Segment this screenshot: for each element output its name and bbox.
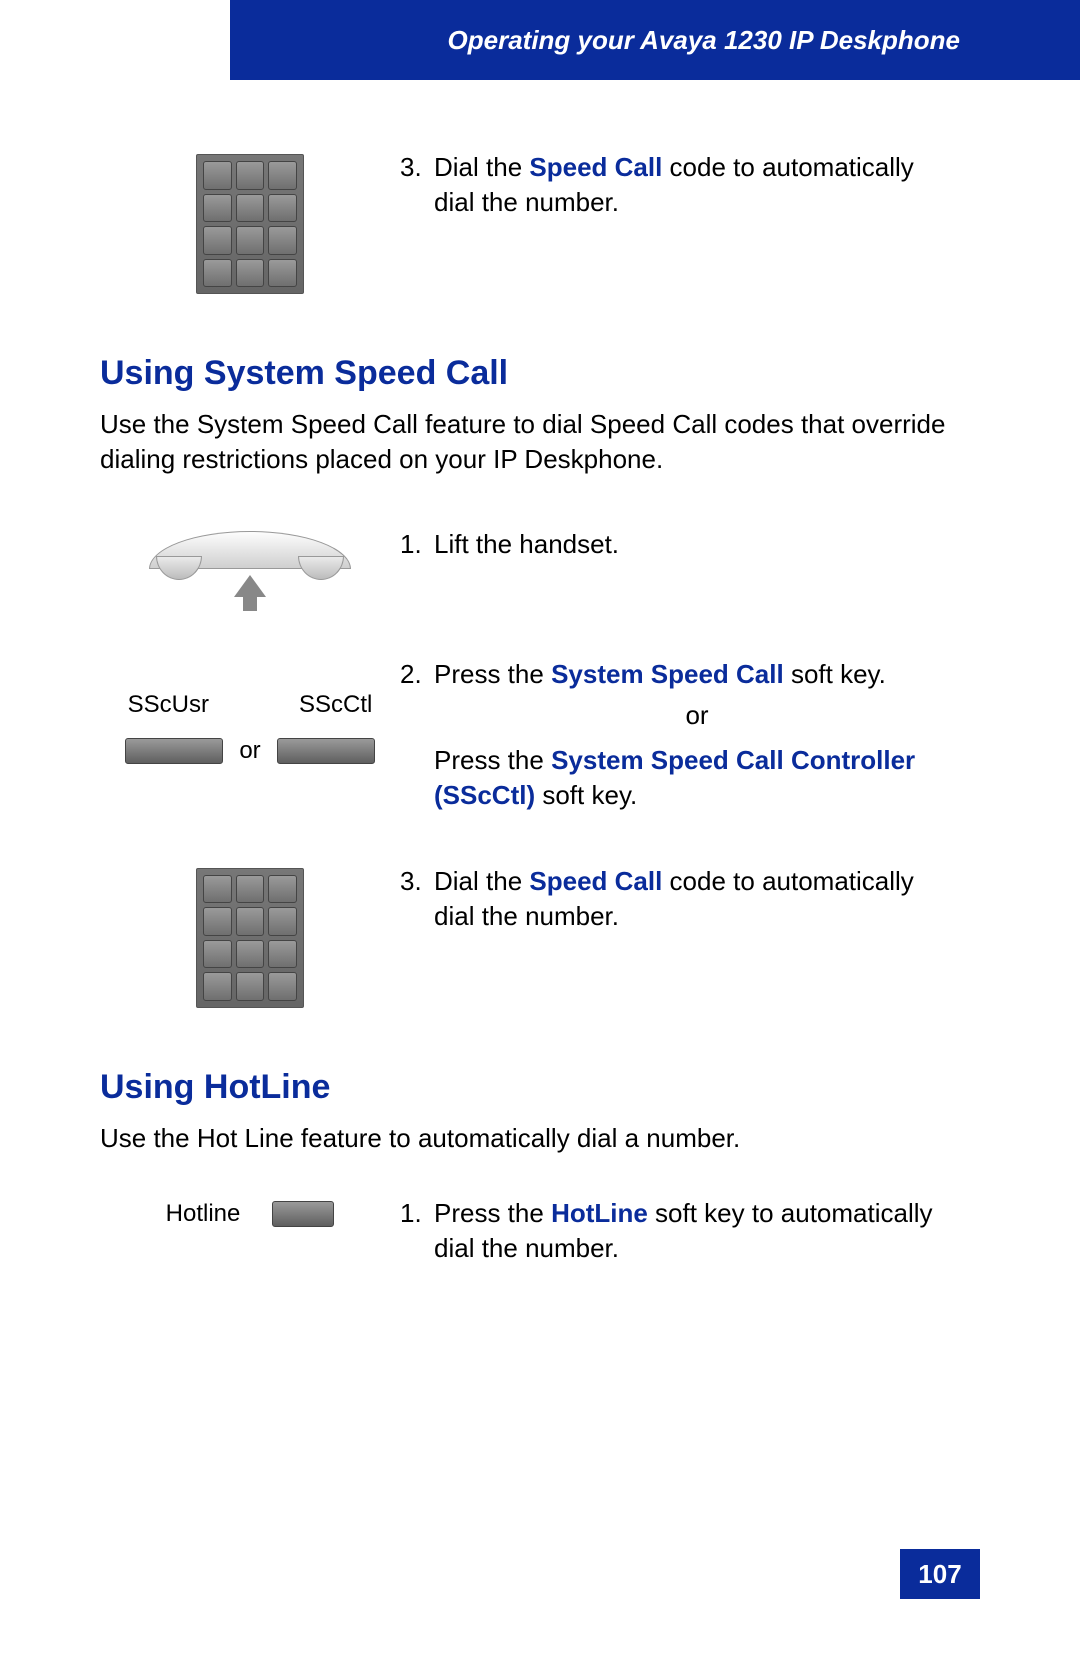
page-number-badge: 107 [900, 1549, 980, 1599]
header-title: Operating your Avaya 1230 IP Deskphone [448, 25, 960, 56]
top-step-3-text: 3. Dial the Speed Call code to automatic… [400, 150, 960, 220]
hotline-step1-text: 1. Press the HotLine soft key to automat… [400, 1196, 960, 1266]
syscall-step2-row: SScUsr SScCtl or 2. Press the System Spe… [100, 657, 960, 813]
lift-arrow-icon [234, 575, 266, 597]
hotline-icon-col: Hotline [100, 1196, 400, 1228]
syscall-step1-text: 1. Lift the handset. [400, 527, 960, 562]
step-text-pre: Dial the [434, 152, 529, 182]
page-number: 107 [918, 1559, 961, 1590]
keypad-icon [196, 868, 304, 1008]
softkey-label-sscusr: SScUsr [128, 691, 209, 719]
step-text: Lift the handset. [434, 529, 619, 559]
handset-icon [149, 531, 351, 597]
hotline-group: Hotline [166, 1200, 335, 1228]
header-bar: Operating your Avaya 1230 IP Deskphone [230, 0, 1080, 80]
step-number: 3. [400, 864, 434, 899]
step-text-pre: Dial the [434, 866, 529, 896]
step-text-pre: Press the [434, 1198, 551, 1228]
step-number: 1. [400, 527, 434, 562]
keypad-icon [196, 154, 304, 294]
softkey-group: SScUsr SScCtl or [125, 691, 374, 765]
top-step-3-row: 3. Dial the Speed Call code to automatic… [100, 150, 960, 294]
speed-call-link: Speed Call [529, 866, 662, 896]
keypad-icon-col-2 [100, 864, 400, 1008]
step-text-post: soft key. [784, 659, 886, 689]
hotline-step1-row: Hotline 1. Press the HotLine soft key to… [100, 1196, 960, 1266]
step-number: 2. [400, 657, 434, 692]
speed-call-link: Speed Call [529, 152, 662, 182]
step2b-post: soft key. [535, 780, 637, 810]
softkey-button-sscusr-icon [125, 738, 223, 764]
softkey-or-label: or [239, 737, 260, 765]
syscall-step3-text: 3. Dial the Speed Call code to automatic… [400, 864, 960, 934]
syscall-step1-row: 1. Lift the handset. [100, 527, 960, 597]
hotline-link: HotLine [551, 1198, 648, 1228]
page-content: 3. Dial the Speed Call code to automatic… [100, 150, 960, 1326]
step-text-pre: Press the [434, 659, 551, 689]
step2b-pre: Press the [434, 745, 551, 775]
keypad-icon-col [100, 150, 400, 294]
hotline-intro: Use the Hot Line feature to automaticall… [100, 1121, 960, 1156]
step-number: 3. [400, 150, 434, 185]
hotline-heading: Using HotLine [100, 1068, 960, 1107]
hotline-label: Hotline [166, 1200, 241, 1228]
step-number: 1. [400, 1196, 434, 1231]
system-speed-call-heading: Using System Speed Call [100, 354, 960, 393]
softkey-button-sscctl-icon [277, 738, 375, 764]
handset-icon-col [100, 527, 400, 597]
step2-or: or [400, 698, 960, 733]
syscall-step3-row: 3. Dial the Speed Call code to automatic… [100, 864, 960, 1008]
softkey-icon-col: SScUsr SScCtl or [100, 657, 400, 765]
system-speed-call-intro: Use the System Speed Call feature to dia… [100, 407, 960, 477]
softkey-label-sscctl: SScCtl [299, 691, 372, 719]
hotline-button-icon [272, 1201, 334, 1227]
syscall-step2-text: 2. Press the System Speed Call soft key.… [400, 657, 960, 813]
system-speed-call-link: System Speed Call [551, 659, 784, 689]
